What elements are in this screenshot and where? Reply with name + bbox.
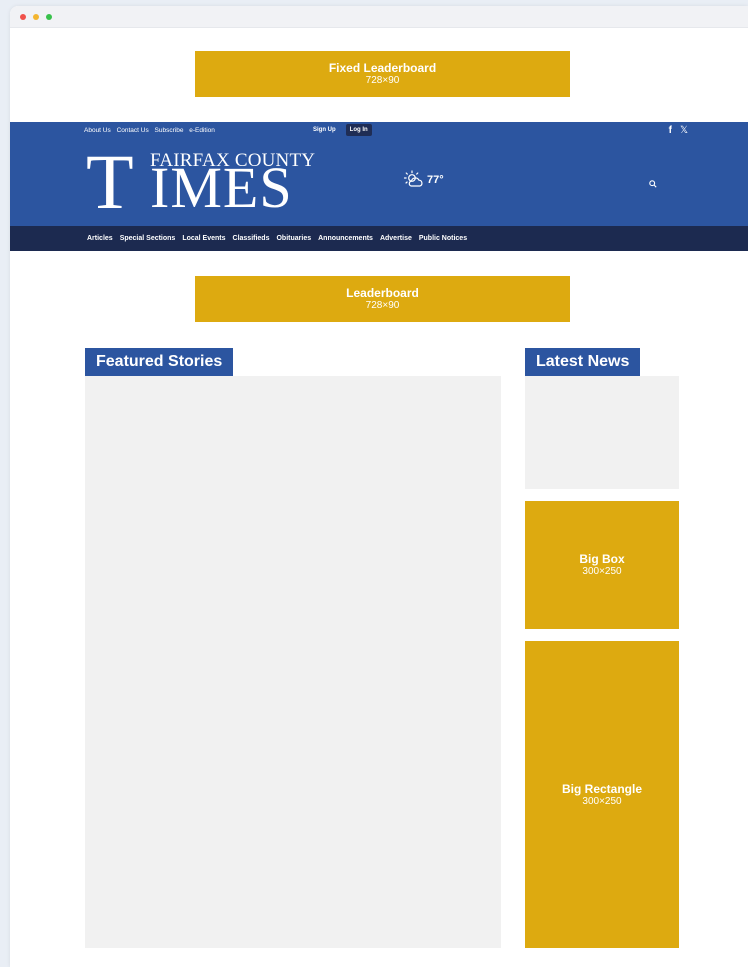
logo-imes: IMES: [150, 155, 293, 220]
latest-news-content: [525, 376, 679, 489]
big-rectangle-ad[interactable]: Big Rectangle 300×250: [525, 641, 679, 948]
logo-letter-t: T: [86, 138, 134, 225]
main-nav: Articles Special Sections Local Events C…: [10, 226, 748, 251]
nav-special-sections[interactable]: Special Sections: [120, 235, 176, 242]
ad-size: 728×90: [365, 300, 400, 311]
featured-stories-heading: Featured Stories: [85, 348, 234, 376]
featured-stories-content: [85, 376, 501, 948]
subscribe-link[interactable]: Subscribe: [155, 127, 184, 134]
minimize-window-button[interactable]: [33, 14, 39, 20]
big-box-ad[interactable]: Big Box 300×250: [525, 501, 679, 629]
partly-cloudy-icon: [403, 170, 423, 187]
nav-articles[interactable]: Articles: [87, 235, 113, 242]
masthead: About Us Contact Us Subscribe e-Edition …: [10, 122, 748, 226]
temperature: 77°: [427, 174, 444, 186]
maximize-window-button[interactable]: [46, 14, 52, 20]
ad-title: Leaderboard: [346, 286, 419, 300]
nav-obituaries[interactable]: Obituaries: [276, 235, 311, 242]
search-icon[interactable]: [649, 180, 657, 188]
utility-nav: About Us Contact Us Subscribe e-Edition: [84, 127, 219, 134]
facebook-icon[interactable]: f: [669, 125, 672, 136]
nav-classifieds[interactable]: Classifieds: [233, 235, 270, 242]
ad-title: Fixed Leaderboard: [328, 61, 437, 75]
nav-public-notices[interactable]: Public Notices: [419, 235, 467, 242]
sign-up-button[interactable]: Sign Up: [309, 124, 340, 136]
ad-size: 728×90: [365, 75, 400, 86]
ad-size: 300×250: [582, 795, 622, 807]
nav-advertise[interactable]: Advertise: [380, 235, 412, 242]
window-chrome: [10, 6, 748, 28]
ad-title: Big Box: [579, 552, 625, 566]
leaderboard-ad[interactable]: Leaderboard 728×90: [195, 276, 570, 322]
ad-title: Big Rectangle: [561, 781, 642, 796]
auth-buttons: Sign Up Log In: [309, 124, 372, 136]
e-edition-link[interactable]: e-Edition: [189, 127, 215, 134]
fixed-leaderboard-ad[interactable]: Fixed Leaderboard 728×90: [195, 51, 570, 97]
nav-announcements[interactable]: Announcements: [318, 235, 373, 242]
weather-widget[interactable]: 77°: [403, 170, 444, 190]
about-us-link[interactable]: About Us: [84, 127, 111, 134]
x-icon[interactable]: 𝕏: [680, 125, 688, 136]
ad-size: 300×250: [582, 566, 622, 577]
latest-news-heading: Latest News: [525, 348, 641, 376]
browser-window: Fixed Leaderboard 728×90 About Us Contac…: [10, 6, 748, 967]
close-window-button[interactable]: [20, 14, 26, 20]
log-in-button[interactable]: Log In: [345, 124, 372, 136]
contact-us-link[interactable]: Contact Us: [117, 127, 149, 134]
nav-local-events[interactable]: Local Events: [182, 235, 225, 242]
social-links: f 𝕏: [669, 125, 688, 136]
